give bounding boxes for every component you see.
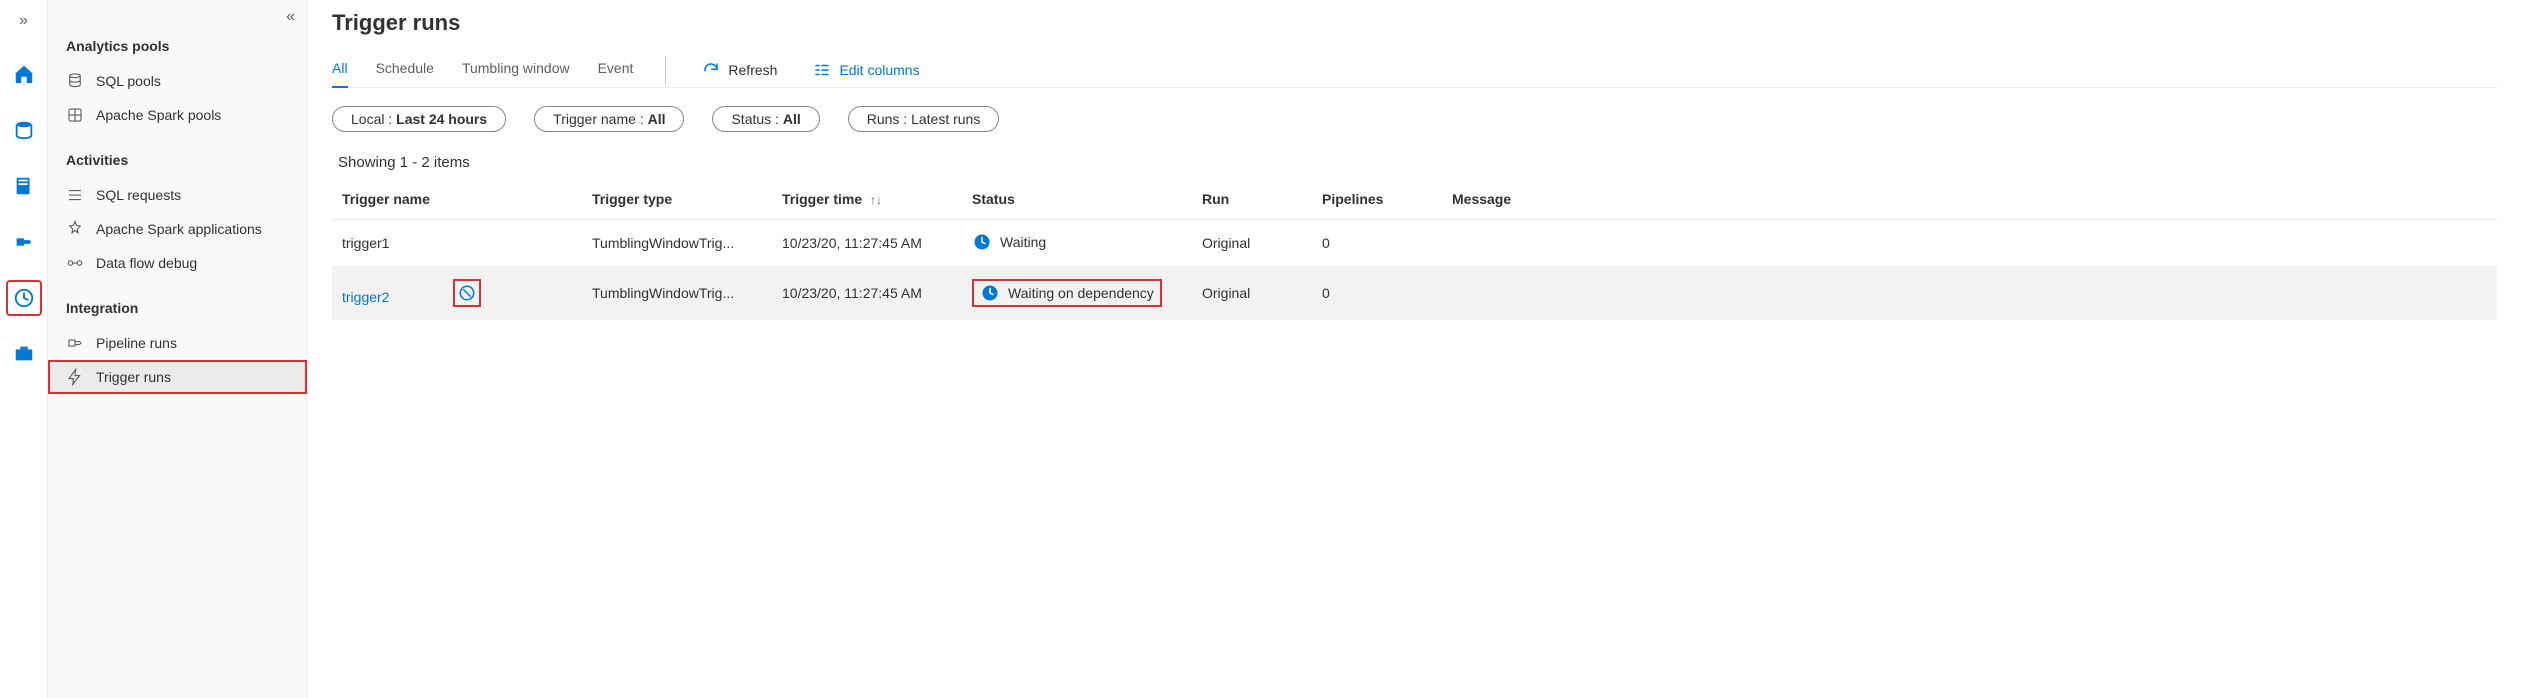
runs-table: Trigger name Trigger type Trigger time ↑… — [332, 179, 2497, 320]
sidebar-item-data-flow-debug[interactable]: Data flow debug — [48, 246, 307, 280]
cell-trigger-type: TumblingWindowTrig... — [582, 220, 772, 267]
sidebar-item-apache-spark-pools[interactable]: Apache Spark pools — [48, 98, 307, 132]
filter-trigger-name-label: Trigger name : — [553, 111, 644, 127]
sidebar-item-label: SQL requests — [96, 187, 181, 203]
cell-run: Original — [1192, 220, 1312, 267]
stop-button[interactable] — [453, 279, 481, 307]
collapse-sidebar-button[interactable]: « — [286, 8, 295, 26]
sort-icon: ↑↓ — [870, 193, 882, 207]
filter-status-value: All — [783, 111, 801, 127]
cell-message — [1442, 220, 2497, 267]
cell-status: Waiting — [962, 220, 1192, 267]
sidebar-item-label: SQL pools — [96, 73, 161, 89]
page-title: Trigger runs — [332, 10, 2497, 36]
cell-trigger-time: 10/23/20, 11:27:45 AM — [772, 267, 962, 320]
rail-data[interactable] — [8, 114, 40, 146]
cell-trigger-type: TumblingWindowTrig... — [582, 267, 772, 320]
icon-rail: » — [0, 0, 48, 698]
filter-runs[interactable]: Runs : Latest runs — [848, 106, 1000, 132]
tab-tumbling-window[interactable]: Tumbling window — [462, 52, 570, 88]
filter-local-value: Last 24 hours — [396, 111, 487, 127]
tab-schedule[interactable]: Schedule — [376, 52, 434, 88]
stop-icon — [458, 284, 476, 302]
trigger-link[interactable]: trigger2 — [342, 289, 389, 305]
pipeline-runs-icon — [66, 334, 84, 352]
col-status[interactable]: Status — [962, 179, 1192, 220]
table-header-row: Trigger name Trigger type Trigger time ↑… — [332, 179, 2497, 220]
col-trigger-type[interactable]: Trigger type — [582, 179, 772, 220]
col-trigger-name[interactable]: Trigger name — [332, 179, 582, 220]
tab-divider — [665, 56, 666, 84]
sql-pools-icon — [66, 72, 84, 90]
rail-integrate[interactable] — [8, 226, 40, 258]
cell-run: Original — [1192, 267, 1312, 320]
rail-monitor[interactable] — [8, 282, 40, 314]
tab-all[interactable]: All — [332, 52, 348, 88]
tab-row: All Schedule Tumbling window Event Refre… — [332, 52, 2497, 88]
filter-status[interactable]: Status : All — [712, 106, 819, 132]
sidebar-header-activities: Activities — [48, 132, 307, 178]
refresh-label: Refresh — [728, 62, 777, 78]
col-trigger-time[interactable]: Trigger time ↑↓ — [772, 179, 962, 220]
refresh-icon — [702, 61, 720, 79]
sidebar-item-trigger-runs[interactable]: Trigger runs — [48, 360, 307, 394]
filter-trigger-name-value: All — [648, 111, 666, 127]
waiting-icon — [972, 232, 992, 252]
filter-runs-value: Latest runs — [911, 111, 980, 127]
refresh-button[interactable]: Refresh — [698, 55, 781, 85]
sidebar-header-analytics-pools: Analytics pools — [48, 8, 307, 64]
filter-local-label: Local : — [351, 111, 392, 127]
sidebar: « Analytics pools SQL pools Apache Spark… — [48, 0, 308, 698]
rail-manage[interactable] — [8, 338, 40, 370]
edit-columns-icon — [813, 61, 831, 79]
waiting-dependency-icon — [980, 283, 1000, 303]
sidebar-item-sql-requests[interactable]: SQL requests — [48, 178, 307, 212]
showing-text: Showing 1 - 2 items — [332, 154, 2497, 171]
cell-message — [1442, 267, 2497, 320]
main-content: Trigger runs All Schedule Tumbling windo… — [308, 0, 2521, 698]
spark-apps-icon — [66, 220, 84, 238]
col-message[interactable]: Message — [1442, 179, 2497, 220]
sidebar-item-label: Pipeline runs — [96, 335, 177, 351]
sql-requests-icon — [66, 186, 84, 204]
sidebar-item-label: Data flow debug — [96, 255, 197, 271]
rail-develop[interactable] — [8, 170, 40, 202]
filter-row: Local : Last 24 hours Trigger name : All… — [332, 106, 2497, 132]
col-run[interactable]: Run — [1192, 179, 1312, 220]
status-text: Waiting — [1000, 234, 1046, 250]
spark-pools-icon — [66, 106, 84, 124]
filter-trigger-name[interactable]: Trigger name : All — [534, 106, 684, 132]
table-row[interactable]: trigger1 TumblingWindowTrig... 10/23/20,… — [332, 220, 2497, 267]
cell-trigger-name: trigger1 — [332, 220, 582, 267]
status-text: Waiting on dependency — [1008, 285, 1154, 301]
data-flow-debug-icon — [66, 254, 84, 272]
filter-status-label: Status : — [731, 111, 778, 127]
cell-pipelines: 0 — [1312, 267, 1442, 320]
col-pipelines[interactable]: Pipelines — [1312, 179, 1442, 220]
cell-pipelines: 0 — [1312, 220, 1442, 267]
filter-local[interactable]: Local : Last 24 hours — [332, 106, 506, 132]
trigger-runs-icon — [66, 368, 84, 386]
sidebar-item-label: Apache Spark applications — [96, 221, 262, 237]
col-trigger-time-label: Trigger time — [782, 191, 862, 207]
tab-event[interactable]: Event — [598, 52, 634, 88]
rail-home[interactable] — [8, 58, 40, 90]
edit-columns-label: Edit columns — [839, 62, 919, 78]
sidebar-item-pipeline-runs[interactable]: Pipeline runs — [48, 326, 307, 360]
cell-trigger-name: trigger2 — [332, 267, 582, 320]
cell-status: Waiting on dependency — [962, 267, 1192, 320]
filter-runs-label: Runs : — [867, 111, 907, 127]
sidebar-header-integration: Integration — [48, 280, 307, 326]
cell-trigger-time: 10/23/20, 11:27:45 AM — [772, 220, 962, 267]
expand-rail-button[interactable]: » — [15, 8, 32, 34]
table-row[interactable]: trigger2 TumblingWindowTrig... 10/23/20,… — [332, 267, 2497, 320]
sidebar-item-label: Apache Spark pools — [96, 107, 221, 123]
sidebar-item-sql-pools[interactable]: SQL pools — [48, 64, 307, 98]
sidebar-item-apache-spark-applications[interactable]: Apache Spark applications — [48, 212, 307, 246]
sidebar-item-label: Trigger runs — [96, 369, 171, 385]
edit-columns-button[interactable]: Edit columns — [809, 55, 923, 85]
